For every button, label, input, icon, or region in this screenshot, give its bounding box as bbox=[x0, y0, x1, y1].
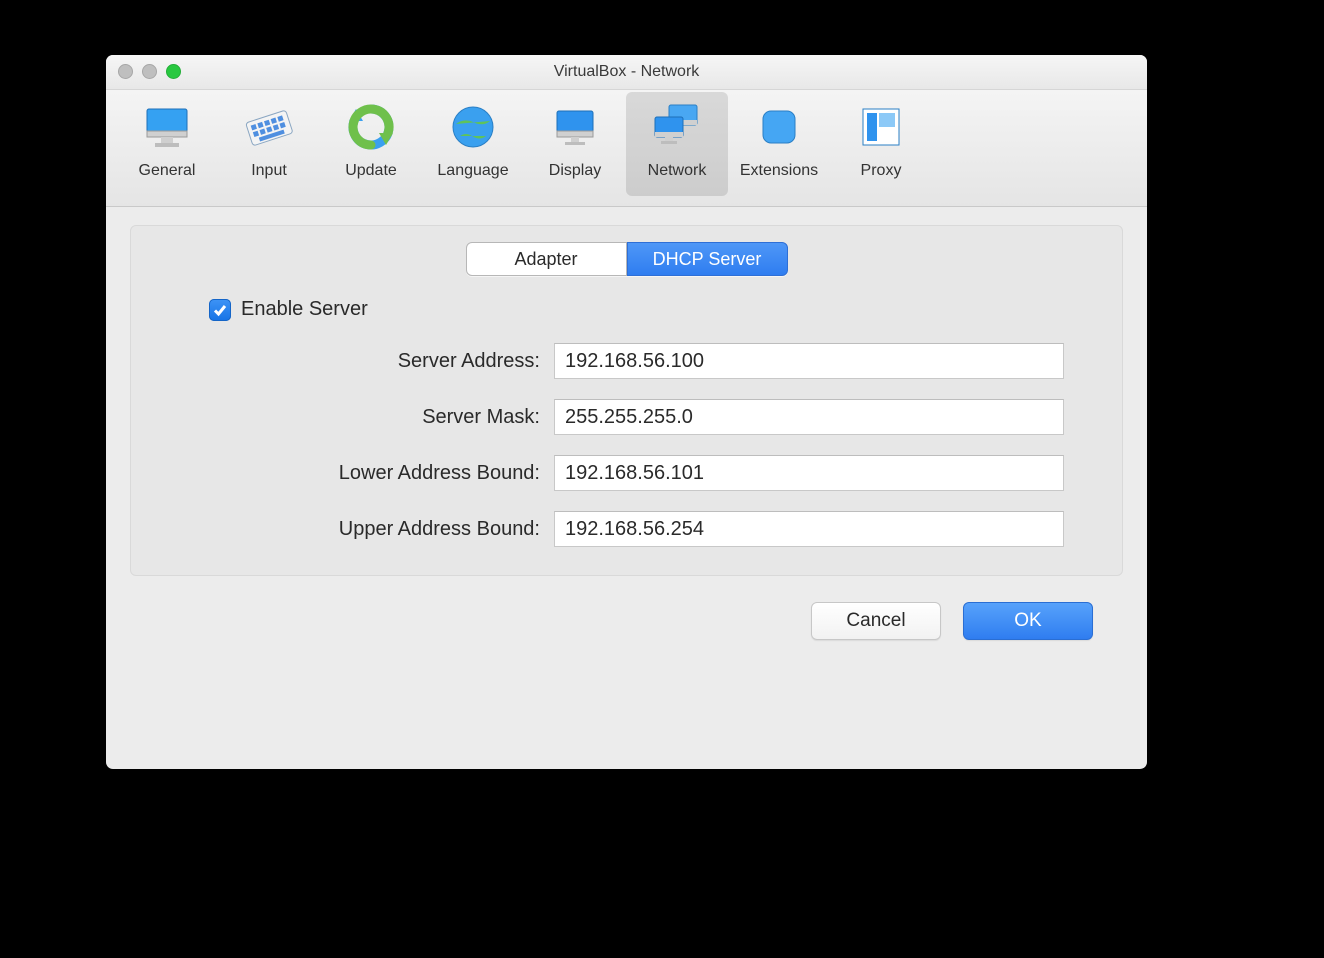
cancel-button[interactable]: Cancel bbox=[811, 602, 941, 640]
titlebar: VirtualBox - Network bbox=[106, 55, 1147, 90]
keyboard-icon bbox=[240, 98, 298, 156]
upper-bound-input[interactable] bbox=[554, 511, 1064, 547]
content-area: Adapter DHCP Server Enable Server Server… bbox=[106, 207, 1147, 640]
ok-button[interactable]: OK bbox=[963, 602, 1093, 640]
toolbar-item-network[interactable]: Network bbox=[626, 92, 728, 196]
toolbar-item-label: Display bbox=[549, 162, 601, 180]
toolbar-item-label: Extensions bbox=[740, 162, 818, 180]
toolbar-item-language[interactable]: Language bbox=[422, 92, 524, 196]
toolbar-item-extensions[interactable]: Extensions bbox=[728, 92, 830, 196]
enable-server-row: Enable Server bbox=[209, 298, 1094, 321]
window-controls bbox=[118, 64, 181, 79]
toolbar-item-label: Update bbox=[345, 162, 397, 180]
display-icon bbox=[546, 98, 604, 156]
zoom-window-button[interactable] bbox=[166, 64, 181, 79]
extensions-icon bbox=[750, 98, 808, 156]
globe-icon bbox=[444, 98, 502, 156]
monitor-icon bbox=[138, 98, 196, 156]
lower-bound-input[interactable] bbox=[554, 455, 1064, 491]
toolbar-item-label: Proxy bbox=[861, 162, 902, 180]
lower-bound-label: Lower Address Bound: bbox=[159, 462, 554, 485]
tab-adapter[interactable]: Adapter bbox=[466, 242, 627, 276]
server-mask-label: Server Mask: bbox=[159, 406, 554, 429]
minimize-window-button[interactable] bbox=[142, 64, 157, 79]
server-mask-input[interactable] bbox=[554, 399, 1064, 435]
close-window-button[interactable] bbox=[118, 64, 133, 79]
toolbar-item-label: Network bbox=[648, 162, 707, 180]
toolbar-item-label: Language bbox=[437, 162, 508, 180]
preferences-toolbar: General Input bbox=[106, 90, 1147, 207]
window-title: VirtualBox - Network bbox=[554, 63, 700, 81]
dialog-footer: Cancel OK bbox=[130, 576, 1123, 640]
toolbar-item-input[interactable]: Input bbox=[218, 92, 320, 196]
refresh-icon bbox=[342, 98, 400, 156]
toolbar-item-general[interactable]: General bbox=[116, 92, 218, 196]
toolbar-item-label: Input bbox=[251, 162, 287, 180]
toolbar-item-proxy[interactable]: Proxy bbox=[830, 92, 932, 196]
server-address-label: Server Address: bbox=[159, 350, 554, 373]
upper-bound-label: Upper Address Bound: bbox=[159, 518, 554, 541]
enable-server-checkbox[interactable] bbox=[209, 299, 231, 321]
toolbar-item-label: General bbox=[139, 162, 196, 180]
dhcp-form: Server Address: Server Mask: Lower Addre… bbox=[159, 343, 1094, 547]
server-address-input[interactable] bbox=[554, 343, 1064, 379]
toolbar-item-update[interactable]: Update bbox=[320, 92, 422, 196]
network-icon bbox=[648, 98, 706, 156]
network-panel: Adapter DHCP Server Enable Server Server… bbox=[130, 225, 1123, 576]
panel-tabs: Adapter DHCP Server bbox=[466, 242, 788, 276]
tab-dhcp-server[interactable]: DHCP Server bbox=[627, 242, 788, 276]
enable-server-label: Enable Server bbox=[241, 298, 368, 321]
preferences-window: VirtualBox - Network General bbox=[106, 55, 1147, 769]
proxy-icon bbox=[852, 98, 910, 156]
toolbar-item-display[interactable]: Display bbox=[524, 92, 626, 196]
